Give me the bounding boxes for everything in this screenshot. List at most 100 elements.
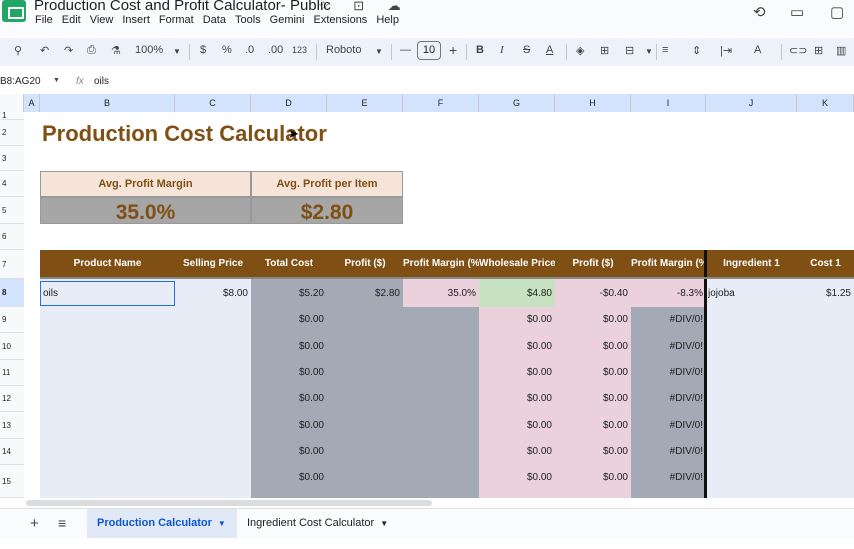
menu-tools[interactable]: Tools xyxy=(235,14,261,26)
wholesale-price-cell[interactable]: $0.00 xyxy=(479,412,555,439)
more-formats-button[interactable]: 123 xyxy=(292,45,307,55)
menu-extensions[interactable]: Extensions xyxy=(314,14,368,26)
selling-price-cell[interactable]: $8.00 xyxy=(175,281,251,306)
column-header[interactable]: B xyxy=(40,94,175,112)
font-select[interactable]: Roboto xyxy=(326,44,361,56)
text-rotation-icon[interactable]: A xyxy=(754,44,761,56)
wholesale-profit-cell[interactable]: $0.00 xyxy=(555,439,631,465)
wholesale-price-cell[interactable]: $0.00 xyxy=(479,439,555,465)
tab-production-calculator[interactable]: Production Calculator ▼ xyxy=(87,509,237,539)
row-header[interactable]: 3 xyxy=(0,146,24,171)
column-header[interactable]: A xyxy=(24,94,40,112)
row-header[interactable]: 9 xyxy=(0,307,24,333)
row-header[interactable]: 15 xyxy=(0,465,24,498)
wholesale-price-cell[interactable]: $0.00 xyxy=(479,465,555,491)
row-header[interactable]: 7 xyxy=(0,250,24,279)
sheet-grid[interactable]: Production Cost Calculator ➤ Avg. Profit… xyxy=(24,112,854,498)
formula-input[interactable]: oils xyxy=(94,76,109,87)
row-header[interactable]: 6 xyxy=(0,224,24,250)
horizontal-scrollbar[interactable] xyxy=(24,498,854,508)
merge-cells-icon[interactable]: ⊟ xyxy=(625,44,634,57)
total-cost-cell[interactable]: $0.00 xyxy=(251,360,327,386)
total-cost-cell[interactable]: $0.00 xyxy=(251,333,327,360)
wholesale-margin-cell[interactable]: #DIV/0! xyxy=(631,333,706,360)
merge-chevron-down-icon[interactable]: ▼ xyxy=(645,47,653,56)
text-color-button[interactable]: A xyxy=(546,44,553,56)
cost-cell[interactable]: $1.25 xyxy=(797,281,854,306)
total-cost-cell[interactable]: $5.20 xyxy=(251,281,327,306)
wholesale-price-cell[interactable]: $0.00 xyxy=(479,386,555,412)
total-cost-cell[interactable]: $0.00 xyxy=(251,386,327,412)
scrollbar-thumb[interactable] xyxy=(26,500,432,506)
column-header[interactable]: G xyxy=(479,94,555,112)
wholesale-margin-cell[interactable]: #DIV/0! xyxy=(631,386,706,412)
wholesale-margin-cell[interactable]: #DIV/0! xyxy=(631,439,706,465)
font-size-input[interactable]: 10 xyxy=(417,41,441,60)
wholesale-margin-cell[interactable]: #DIV/0! xyxy=(631,307,706,333)
column-header[interactable]: J xyxy=(706,94,797,112)
wholesale-margin-cell[interactable]: #DIV/0! xyxy=(631,412,706,439)
vertical-align-icon[interactable]: ⇕ xyxy=(692,44,701,57)
decrease-decimal-button[interactable]: .0 xyxy=(245,44,254,56)
search-icon[interactable]: ⚲ xyxy=(14,44,22,57)
bold-button[interactable]: B xyxy=(476,44,484,56)
menu-help[interactable]: Help xyxy=(376,14,399,26)
total-cost-cell[interactable]: $0.00 xyxy=(251,307,327,333)
column-header[interactable]: I xyxy=(631,94,706,112)
italic-button[interactable]: I xyxy=(500,44,504,56)
borders-icon[interactable]: ⊞ xyxy=(600,44,609,57)
product-name-cell[interactable]: oils xyxy=(40,281,175,306)
print-icon[interactable]: ⎙ xyxy=(87,44,96,57)
total-cost-cell[interactable]: $0.00 xyxy=(251,439,327,465)
row-header[interactable]: 14 xyxy=(0,439,24,465)
percent-format-button[interactable]: % xyxy=(222,44,232,56)
wholesale-profit-cell[interactable]: $0.00 xyxy=(555,412,631,439)
row-header[interactable]: 12 xyxy=(0,386,24,412)
column-header[interactable]: C xyxy=(175,94,251,112)
name-box[interactable]: B8:AG20 xyxy=(0,76,41,87)
row-header[interactable]: 1 xyxy=(0,111,24,120)
insert-chart-icon[interactable]: ▥ xyxy=(836,44,846,57)
menu-file[interactable]: File xyxy=(35,14,53,26)
chevron-down-icon[interactable]: ▼ xyxy=(380,519,388,528)
row-header[interactable]: 10 xyxy=(0,333,24,360)
name-box-chevron-down-icon[interactable]: ▼ xyxy=(53,77,60,84)
wholesale-price-cell[interactable]: $0.00 xyxy=(479,307,555,333)
total-cost-cell[interactable]: $0.00 xyxy=(251,412,327,439)
menu-view[interactable]: View xyxy=(90,14,114,26)
menu-data[interactable]: Data xyxy=(203,14,226,26)
total-cost-cell[interactable]: $0.00 xyxy=(251,465,327,491)
menu-format[interactable]: Format xyxy=(159,14,194,26)
insert-link-icon[interactable]: ⊂⊃ xyxy=(789,44,807,57)
wholesale-price-cell[interactable]: $0.00 xyxy=(479,333,555,360)
profit-cell[interactable]: $2.80 xyxy=(327,281,403,306)
wholesale-profit-cell[interactable]: $0.00 xyxy=(555,360,631,386)
profit-margin-cell[interactable]: 35.0% xyxy=(403,281,479,306)
currency-format-button[interactable]: $ xyxy=(200,44,206,56)
chevron-down-icon[interactable]: ▼ xyxy=(218,519,226,528)
select-all-corner[interactable] xyxy=(0,94,24,112)
paint-format-icon[interactable]: ⚗ xyxy=(111,44,121,57)
column-header[interactable]: K xyxy=(797,94,854,112)
tab-ingredient-cost-calculator[interactable]: Ingredient Cost Calculator ▼ xyxy=(247,509,388,539)
history-icon[interactable]: ⟲ xyxy=(753,3,766,21)
font-chevron-down-icon[interactable]: ▼ xyxy=(375,47,383,56)
menu-gemini[interactable]: Gemini xyxy=(270,14,305,26)
document-title[interactable]: Production Cost and Profit Calculator- P… xyxy=(34,0,331,14)
row-header[interactable]: 8 xyxy=(0,279,24,307)
wholesale-margin-cell[interactable]: -8.3% xyxy=(631,281,706,306)
title-actions-icons[interactable]: ☆ ⊡ ☁ xyxy=(318,0,411,14)
column-header[interactable]: D xyxy=(251,94,327,112)
zoom-chevron-down-icon[interactable]: ▼ xyxy=(173,47,181,56)
column-header[interactable]: E xyxy=(327,94,403,112)
undo-icon[interactable]: ↶ xyxy=(40,44,49,57)
wholesale-profit-cell[interactable]: $0.00 xyxy=(555,333,631,360)
horizontal-align-icon[interactable]: ≡ xyxy=(662,44,668,56)
meet-icon[interactable]: ▢ xyxy=(830,3,844,21)
menu-edit[interactable]: Edit xyxy=(62,14,81,26)
zoom-select[interactable]: 100% xyxy=(135,44,163,56)
strikethrough-button[interactable]: S xyxy=(523,44,530,56)
ingredient-cell[interactable]: jojoba xyxy=(708,281,797,306)
wholesale-profit-cell[interactable]: -$0.40 xyxy=(555,281,631,306)
wholesale-margin-cell[interactable]: #DIV/0! xyxy=(631,360,706,386)
